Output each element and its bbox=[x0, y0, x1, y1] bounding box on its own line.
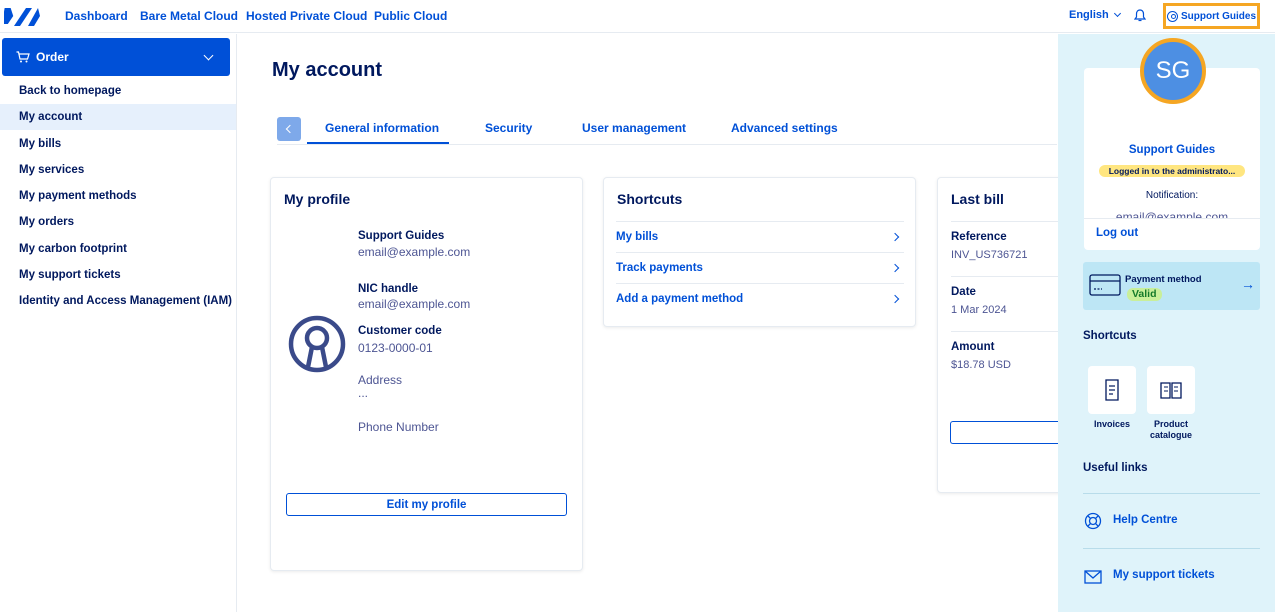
useful-links-title: Useful links bbox=[1083, 462, 1148, 474]
shortcut-label: Add a payment method bbox=[616, 293, 744, 305]
book-icon bbox=[1160, 382, 1182, 399]
sidebar-item-my-account[interactable]: My account bbox=[0, 104, 236, 130]
invoice-icon bbox=[1105, 379, 1119, 401]
panel-shortcuts-title: Shortcuts bbox=[1083, 330, 1137, 342]
tab-security[interactable]: Security bbox=[485, 121, 532, 135]
shortcuts-card: Shortcuts My bills Track payments Add a … bbox=[603, 177, 916, 327]
nav-public-cloud[interactable]: Public Cloud bbox=[374, 9, 447, 23]
shortcut-track-payments[interactable]: Track payments bbox=[616, 252, 904, 283]
chevron-down-icon bbox=[1113, 9, 1121, 18]
edit-profile-button[interactable]: Edit my profile bbox=[286, 493, 567, 516]
credit-card-icon bbox=[1089, 274, 1121, 296]
admin-status-badge: Logged in to the administrato... bbox=[1099, 165, 1245, 177]
address-label: Address bbox=[358, 373, 403, 387]
nav-bare-metal-cloud[interactable]: Bare Metal Cloud bbox=[140, 9, 238, 23]
user-avatar-icon bbox=[288, 315, 346, 373]
sidebar: Order Back to homepage My account My bil… bbox=[0, 34, 237, 612]
user-panel-name: Support Guides bbox=[1128, 144, 1216, 156]
user-menu-label: Support Guides bbox=[1181, 10, 1256, 22]
top-navbar: Dashboard Bare Metal Cloud Hosted Privat… bbox=[0, 0, 1275, 33]
reference-value: INV_US736721 bbox=[951, 249, 1028, 261]
customer-code-value: 0123-0000-01 bbox=[358, 341, 433, 355]
nav-dashboard[interactable]: Dashboard bbox=[65, 9, 128, 23]
user-icon bbox=[1167, 10, 1178, 22]
tab-bar: General information Security User manage… bbox=[277, 115, 1057, 145]
order-button[interactable]: Order bbox=[2, 38, 230, 76]
nic-handle-label: NIC handle bbox=[358, 283, 419, 295]
avatar: SG bbox=[1140, 38, 1206, 104]
invoices-tile-label: Invoices bbox=[1093, 419, 1131, 429]
cart-icon bbox=[16, 51, 30, 63]
shortcut-label: Track payments bbox=[616, 262, 703, 274]
last-bill-card: Last bill Reference INV_US736721 Date 1 … bbox=[937, 177, 1077, 493]
amount-row: Amount $18.78 USD bbox=[951, 331, 1061, 371]
sidebar-item-my-support-tickets[interactable]: My support tickets bbox=[0, 262, 236, 288]
product-catalogue-tile[interactable] bbox=[1147, 366, 1195, 414]
divider bbox=[1083, 493, 1260, 494]
invoices-tile[interactable] bbox=[1088, 366, 1136, 414]
notification-bell-icon[interactable] bbox=[1134, 9, 1146, 22]
last-bill-card-title: Last bill bbox=[951, 191, 1004, 207]
user-menu-button[interactable]: Support Guides bbox=[1163, 3, 1260, 29]
date-value: 1 Mar 2024 bbox=[951, 304, 1007, 316]
sidebar-item-my-bills[interactable]: My bills bbox=[0, 131, 236, 157]
chevron-right-icon bbox=[890, 294, 900, 304]
amount-label: Amount bbox=[951, 341, 995, 353]
shortcuts-card-title: Shortcuts bbox=[617, 191, 683, 207]
sidebar-item-my-orders[interactable]: My orders bbox=[0, 209, 236, 235]
lifebuoy-icon bbox=[1084, 512, 1102, 530]
page-title: My account bbox=[272, 59, 383, 81]
divider bbox=[1083, 548, 1260, 549]
payment-method-label: Payment method bbox=[1125, 274, 1202, 285]
order-label: Order bbox=[36, 50, 69, 64]
tab-user-management[interactable]: User management bbox=[582, 121, 686, 135]
date-row: Date 1 Mar 2024 bbox=[951, 276, 1061, 316]
sidebar-item-iam[interactable]: Identity and Access Management (IAM) bbox=[0, 288, 236, 314]
payment-method-banner[interactable]: Payment method Valid → bbox=[1083, 262, 1260, 310]
amount-value: $18.78 USD bbox=[951, 359, 1011, 371]
my-support-tickets-link[interactable]: My support tickets bbox=[1113, 569, 1215, 581]
profile-card-title: My profile bbox=[284, 191, 351, 207]
shortcut-label: My bills bbox=[616, 231, 659, 243]
tab-advanced-settings[interactable]: Advanced settings bbox=[731, 121, 838, 135]
payment-status-badge: Valid bbox=[1127, 288, 1162, 301]
profile-name: Support Guides bbox=[358, 230, 445, 242]
profile-email: email@example.com bbox=[358, 245, 471, 259]
tab-general-information[interactable]: General information bbox=[325, 121, 439, 135]
shortcut-add-payment-method[interactable]: Add a payment method bbox=[616, 283, 904, 314]
phone-number-label: Phone Number bbox=[358, 420, 439, 434]
sidebar-item-my-services[interactable]: My services bbox=[0, 157, 236, 183]
reference-label: Reference bbox=[951, 231, 1007, 243]
profile-card: My profile Support Guides email@example.… bbox=[270, 177, 583, 571]
ovh-logo-icon[interactable] bbox=[4, 6, 40, 28]
sidebar-item-back-to-homepage[interactable]: Back to homepage bbox=[0, 78, 236, 104]
notification-label: Notification: bbox=[1145, 190, 1199, 201]
nav-hosted-private-cloud[interactable]: Hosted Private Cloud bbox=[246, 9, 367, 23]
active-tab-indicator bbox=[307, 142, 449, 144]
envelope-icon bbox=[1084, 570, 1102, 584]
reference-row: Reference INV_US736721 bbox=[951, 221, 1061, 261]
logout-row: Log out bbox=[1084, 218, 1260, 250]
language-label: English bbox=[1069, 9, 1109, 21]
logout-link[interactable]: Log out bbox=[1096, 227, 1138, 239]
user-panel: Support Guides Logged in to the administ… bbox=[1058, 34, 1275, 612]
nic-handle-value: email@example.com bbox=[358, 297, 471, 311]
sidebar-item-my-payment-methods[interactable]: My payment methods bbox=[0, 183, 236, 209]
arrow-right-icon: → bbox=[1241, 276, 1255, 292]
language-selector[interactable]: English bbox=[1069, 9, 1121, 21]
chevron-right-icon bbox=[890, 232, 900, 242]
shortcut-my-bills[interactable]: My bills bbox=[616, 221, 904, 252]
address-value: ... bbox=[358, 386, 369, 400]
date-label: Date bbox=[951, 286, 976, 298]
tab-scroll-left-button[interactable] bbox=[277, 117, 301, 141]
product-catalogue-tile-label: Product catalogue bbox=[1149, 419, 1192, 440]
last-bill-action-button[interactable] bbox=[950, 421, 1065, 444]
help-centre-link[interactable]: Help Centre bbox=[1113, 514, 1178, 526]
chevron-right-icon bbox=[890, 263, 900, 273]
customer-code-label: Customer code bbox=[358, 325, 442, 337]
sidebar-item-my-carbon-footprint[interactable]: My carbon footprint bbox=[0, 236, 236, 262]
chevron-down-icon bbox=[203, 50, 214, 61]
